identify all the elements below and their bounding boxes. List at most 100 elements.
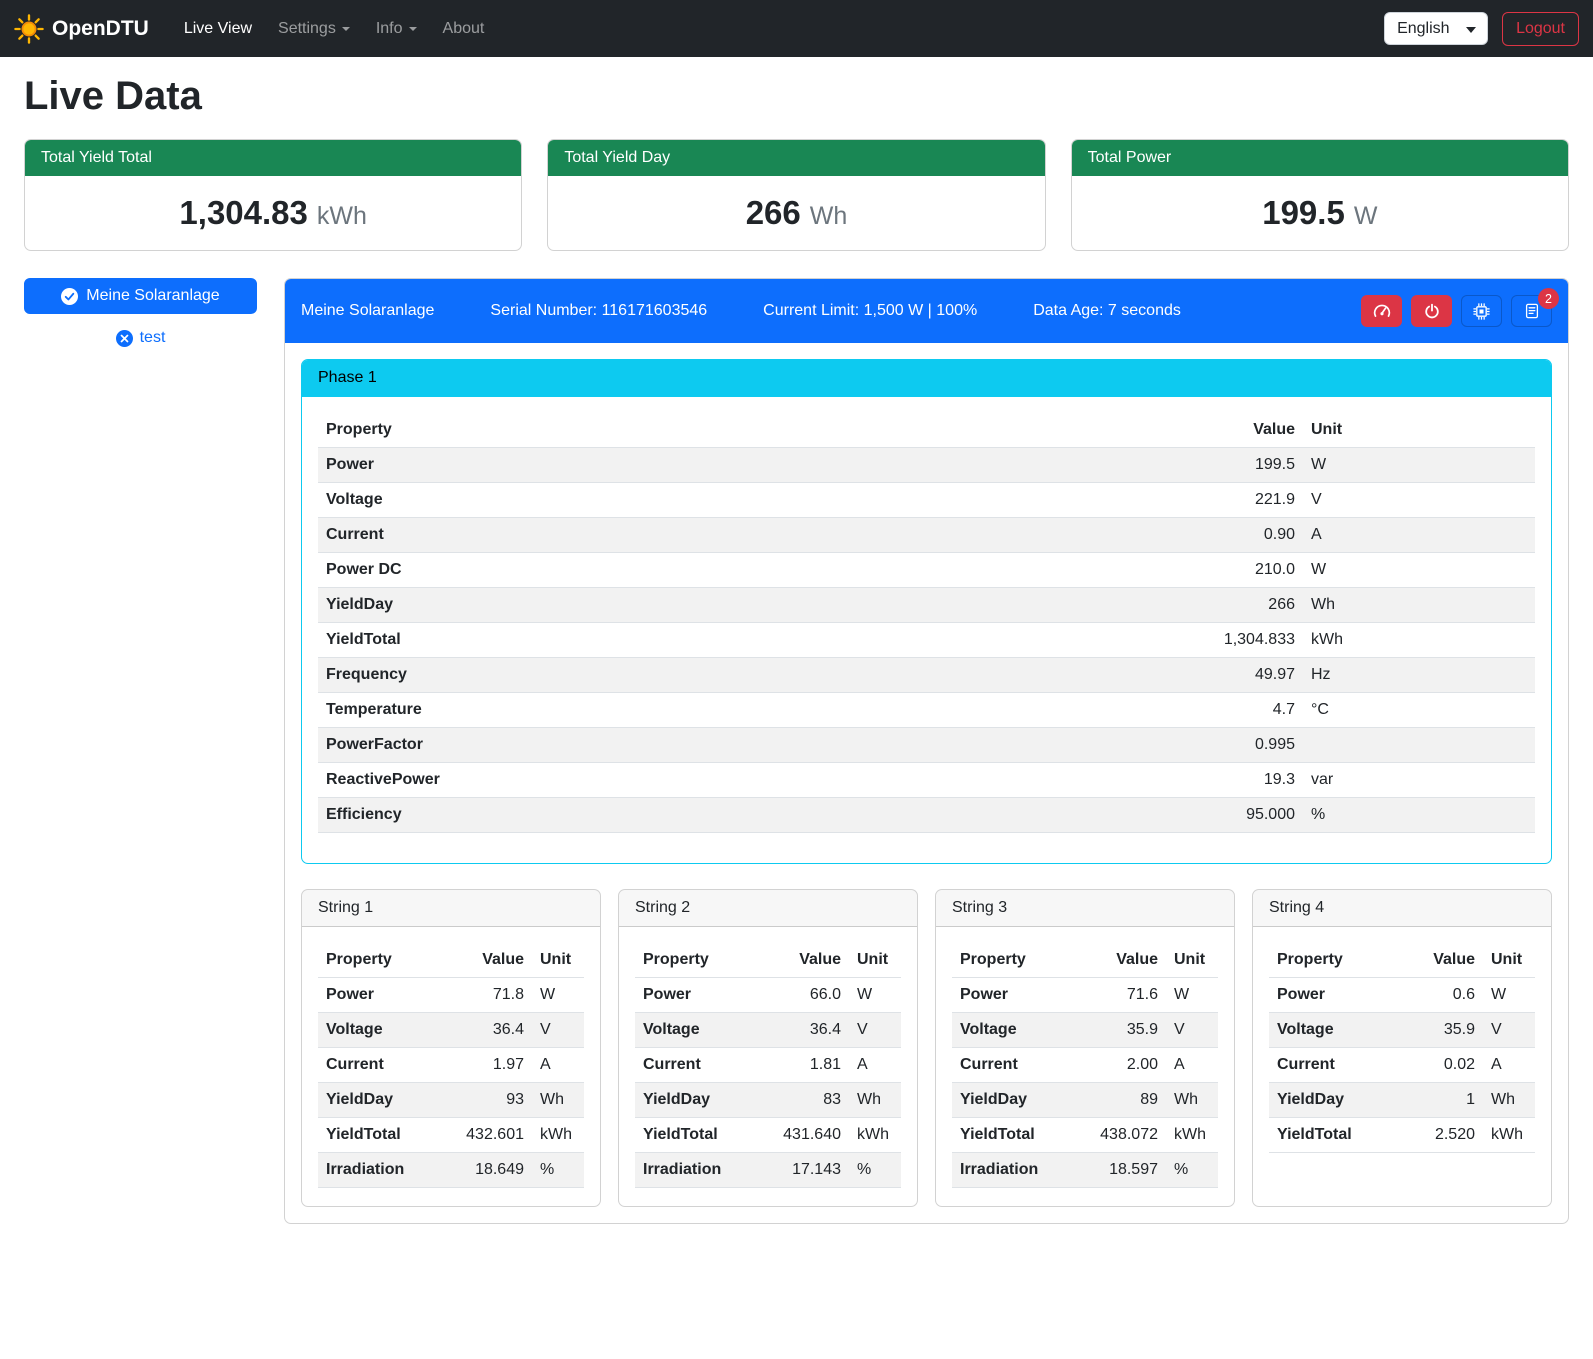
- brand-link[interactable]: OpenDTU: [14, 14, 149, 44]
- string-table: PropertyValueUnitPower66.0WVoltage36.4VC…: [635, 943, 901, 1188]
- column-header-value: Value: [1084, 943, 1166, 978]
- string-card-title: String 3: [936, 890, 1234, 927]
- sidebar-item-label: test: [140, 329, 166, 347]
- string-card: String 4PropertyValueUnitPower0.6WVoltag…: [1252, 889, 1552, 1207]
- property-cell: Current: [952, 1048, 1084, 1083]
- unit-cell: kWh: [1483, 1118, 1535, 1153]
- column-header-unit: Unit: [1483, 943, 1535, 978]
- property-cell: YieldDay: [952, 1083, 1084, 1118]
- table-row: YieldTotal431.640kWh: [635, 1118, 901, 1153]
- unit-cell: V: [1303, 483, 1535, 518]
- unit-cell: Wh: [1483, 1083, 1535, 1118]
- property-cell: Temperature: [318, 693, 1181, 728]
- property-cell: YieldTotal: [1269, 1118, 1401, 1153]
- table-row: Voltage36.4V: [318, 1013, 584, 1048]
- table-row: YieldDay89Wh: [952, 1083, 1218, 1118]
- unit-cell: Hz: [1303, 658, 1535, 693]
- value-cell: 93: [450, 1083, 532, 1118]
- value-cell: 0.02: [1401, 1048, 1483, 1083]
- unit-cell: A: [532, 1048, 584, 1083]
- column-header-property: Property: [1269, 943, 1401, 978]
- value-cell: 0.90: [1181, 518, 1303, 553]
- property-cell: ReactivePower: [318, 763, 1181, 798]
- table-row: Power DC210.0W: [318, 553, 1535, 588]
- value-cell: 432.601: [450, 1118, 532, 1153]
- property-cell: Power: [318, 978, 450, 1013]
- property-cell: Power: [952, 978, 1084, 1013]
- summary-card-title: Total Yield Total: [25, 140, 521, 176]
- unit-cell: Wh: [1166, 1083, 1218, 1118]
- summary-value: 266: [746, 194, 801, 232]
- unit-cell: A: [1483, 1048, 1535, 1083]
- table-row: Current0.02A: [1269, 1048, 1535, 1083]
- sidebar-item-test[interactable]: test: [24, 329, 257, 347]
- unit-cell: V: [1166, 1013, 1218, 1048]
- string-table: PropertyValueUnitPower71.6WVoltage35.9VC…: [952, 943, 1218, 1188]
- summary-unit: kWh: [317, 202, 367, 231]
- event-log-button[interactable]: 2: [1511, 295, 1552, 327]
- phase-card: Phase 1 Property Value Unit Power199.5WV…: [301, 359, 1552, 864]
- table-row: Current1.81A: [635, 1048, 901, 1083]
- unit-cell: V: [849, 1013, 901, 1048]
- inverter-panel: Meine Solaranlage Serial Number: 1161716…: [284, 278, 1569, 1224]
- value-cell: 19.3: [1181, 763, 1303, 798]
- unit-cell: kWh: [532, 1118, 584, 1153]
- property-cell: Voltage: [318, 483, 1181, 518]
- property-cell: Voltage: [952, 1013, 1084, 1048]
- property-cell: YieldTotal: [318, 623, 1181, 658]
- nav-item-about[interactable]: About: [430, 12, 498, 46]
- string-card-title: String 4: [1253, 890, 1551, 927]
- summary-unit: W: [1354, 202, 1378, 231]
- power-switch-button[interactable]: [1411, 295, 1452, 327]
- column-header-property: Property: [952, 943, 1084, 978]
- unit-cell: W: [1303, 448, 1535, 483]
- property-cell: Current: [318, 518, 1181, 553]
- property-cell: Power: [635, 978, 767, 1013]
- sidebar-item-meine-solaranlage[interactable]: Meine Solaranlage: [24, 278, 257, 314]
- nav-item-settings[interactable]: Settings: [265, 12, 363, 46]
- logout-button[interactable]: Logout: [1502, 12, 1579, 46]
- column-header-value: Value: [1401, 943, 1483, 978]
- value-cell: 4.7: [1181, 693, 1303, 728]
- phase-table: Property Value Unit Power199.5WVoltage22…: [318, 413, 1535, 833]
- property-cell: Voltage: [318, 1013, 450, 1048]
- property-cell: Power DC: [318, 553, 1181, 588]
- string-card-body: PropertyValueUnitPower71.8WVoltage36.4VC…: [302, 927, 600, 1206]
- power-icon: [1424, 303, 1440, 319]
- string-table-body: Power71.6WVoltage35.9VCurrent2.00AYieldD…: [952, 978, 1218, 1188]
- check-circle-icon: [61, 288, 78, 305]
- property-cell: Efficiency: [318, 798, 1181, 833]
- table-row: Irradiation18.649%: [318, 1153, 584, 1188]
- nav-item-info[interactable]: Info: [363, 12, 430, 46]
- unit-cell: [1303, 728, 1535, 763]
- limit-settings-button[interactable]: [1361, 295, 1402, 327]
- table-row: Voltage35.9V: [952, 1013, 1218, 1048]
- strings-row: String 1PropertyValueUnitPower71.8WVolta…: [301, 889, 1552, 1207]
- column-header-unit: Unit: [1166, 943, 1218, 978]
- table-row: Voltage36.4V: [635, 1013, 901, 1048]
- language-select-wrap: English: [1384, 12, 1488, 45]
- property-cell: Current: [318, 1048, 450, 1083]
- table-header-row: PropertyValueUnit: [318, 943, 584, 978]
- unit-cell: V: [1483, 1013, 1535, 1048]
- x-circle-icon: [116, 330, 133, 347]
- string-card-body: PropertyValueUnitPower0.6WVoltage35.9VCu…: [1253, 927, 1551, 1171]
- value-cell: 83: [767, 1083, 849, 1118]
- language-select[interactable]: English: [1384, 12, 1488, 45]
- page-content: Live Data Total Yield Total 1,304.83 kWh…: [0, 74, 1593, 1248]
- property-cell: Irradiation: [318, 1153, 450, 1188]
- phase-card-body: Property Value Unit Power199.5WVoltage22…: [302, 397, 1551, 863]
- table-row: YieldTotal432.601kWh: [318, 1118, 584, 1153]
- column-header-unit: Unit: [532, 943, 584, 978]
- summary-value: 1,304.83: [179, 194, 307, 232]
- value-cell: 95.000: [1181, 798, 1303, 833]
- unit-cell: %: [849, 1153, 901, 1188]
- value-cell: 18.597: [1084, 1153, 1166, 1188]
- device-info-button[interactable]: [1461, 295, 1502, 327]
- value-cell: 36.4: [450, 1013, 532, 1048]
- nav-item-live-view[interactable]: Live View: [171, 12, 265, 46]
- value-cell: 18.649: [450, 1153, 532, 1188]
- value-cell: 17.143: [767, 1153, 849, 1188]
- value-cell: 1,304.833: [1181, 623, 1303, 658]
- total-yield-total-card: Total Yield Total 1,304.83 kWh: [24, 139, 522, 251]
